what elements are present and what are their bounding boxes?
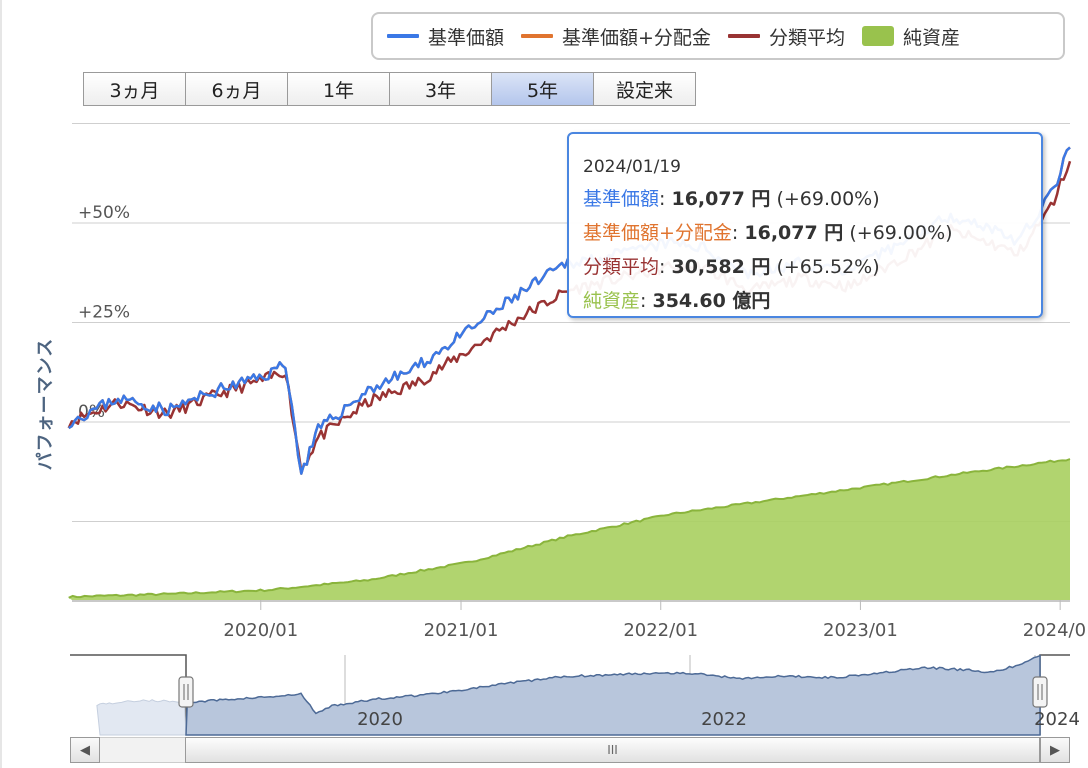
x-tick-label: 2020/01 — [223, 620, 298, 641]
scroll-left-arrow-icon[interactable]: ◀ — [70, 737, 100, 763]
scrollbar-thumb[interactable]: III — [185, 737, 1040, 763]
scroll-right-arrow-icon[interactable]: ▶ — [1040, 737, 1070, 763]
tooltip-value: 30,582 円 — [671, 256, 771, 278]
tooltip-series-label: 純資産 — [583, 290, 641, 312]
chart-tooltip: 2024/01/19 基準価額: 16,077 円 (+69.00%) 基準価額+… — [567, 132, 1043, 318]
y-tick-label: +25% — [78, 303, 130, 323]
tooltip-row: 純資産: 354.60 億円 — [583, 290, 771, 312]
tooltip-value: 354.60 億円 — [652, 290, 771, 312]
tooltip-series-label: 分類平均 — [583, 256, 660, 278]
x-tick-label: 2023/01 — [823, 620, 898, 641]
tooltip-change: (+69.00%) — [776, 188, 880, 210]
tooltip-change: (+69.00%) — [849, 222, 953, 244]
navigator-label: 2022 — [701, 709, 747, 730]
navigator-handle-right[interactable] — [1032, 676, 1048, 708]
x-tick-label: 2022/01 — [623, 620, 698, 641]
tooltip-value: 16,077 円 — [671, 188, 771, 210]
navigator-handle-left[interactable] — [178, 676, 194, 708]
y-tick-label: +50% — [78, 203, 130, 223]
tooltip-row: 基準価額: 16,077 円 (+69.00%) — [583, 188, 880, 210]
navigator-area-outside — [96, 699, 187, 736]
navigator-label: 2024 — [1034, 709, 1080, 730]
performance-chart: 0%+25%+50%2020/01 2021/01 2022/01 2023/01 20… — [67, 123, 1088, 736]
navigator-scrollbar[interactable]: ◀ III ▶ — [70, 737, 1070, 763]
tooltip-row: 分類平均: 30,582 円 (+65.52%) — [583, 256, 880, 278]
tooltip-series-label: 基準価額+分配金 — [583, 222, 732, 244]
tooltip-date: 2024/01/19 — [583, 157, 681, 177]
tooltip-series-label: 基準価額 — [583, 188, 660, 210]
navigator-label: 2020 — [357, 709, 403, 730]
x-tick-label: 2021/01 — [424, 620, 499, 641]
tooltip-value: 16,077 円 — [744, 222, 844, 244]
tooltip-row: 基準価額+分配金: 16,077 円 (+69.00%) — [583, 222, 953, 244]
x-tick-label: 2024/01 — [1023, 620, 1088, 641]
tooltip-change: (+65.52%) — [776, 256, 880, 278]
thumb-grip: III — [607, 743, 618, 757]
